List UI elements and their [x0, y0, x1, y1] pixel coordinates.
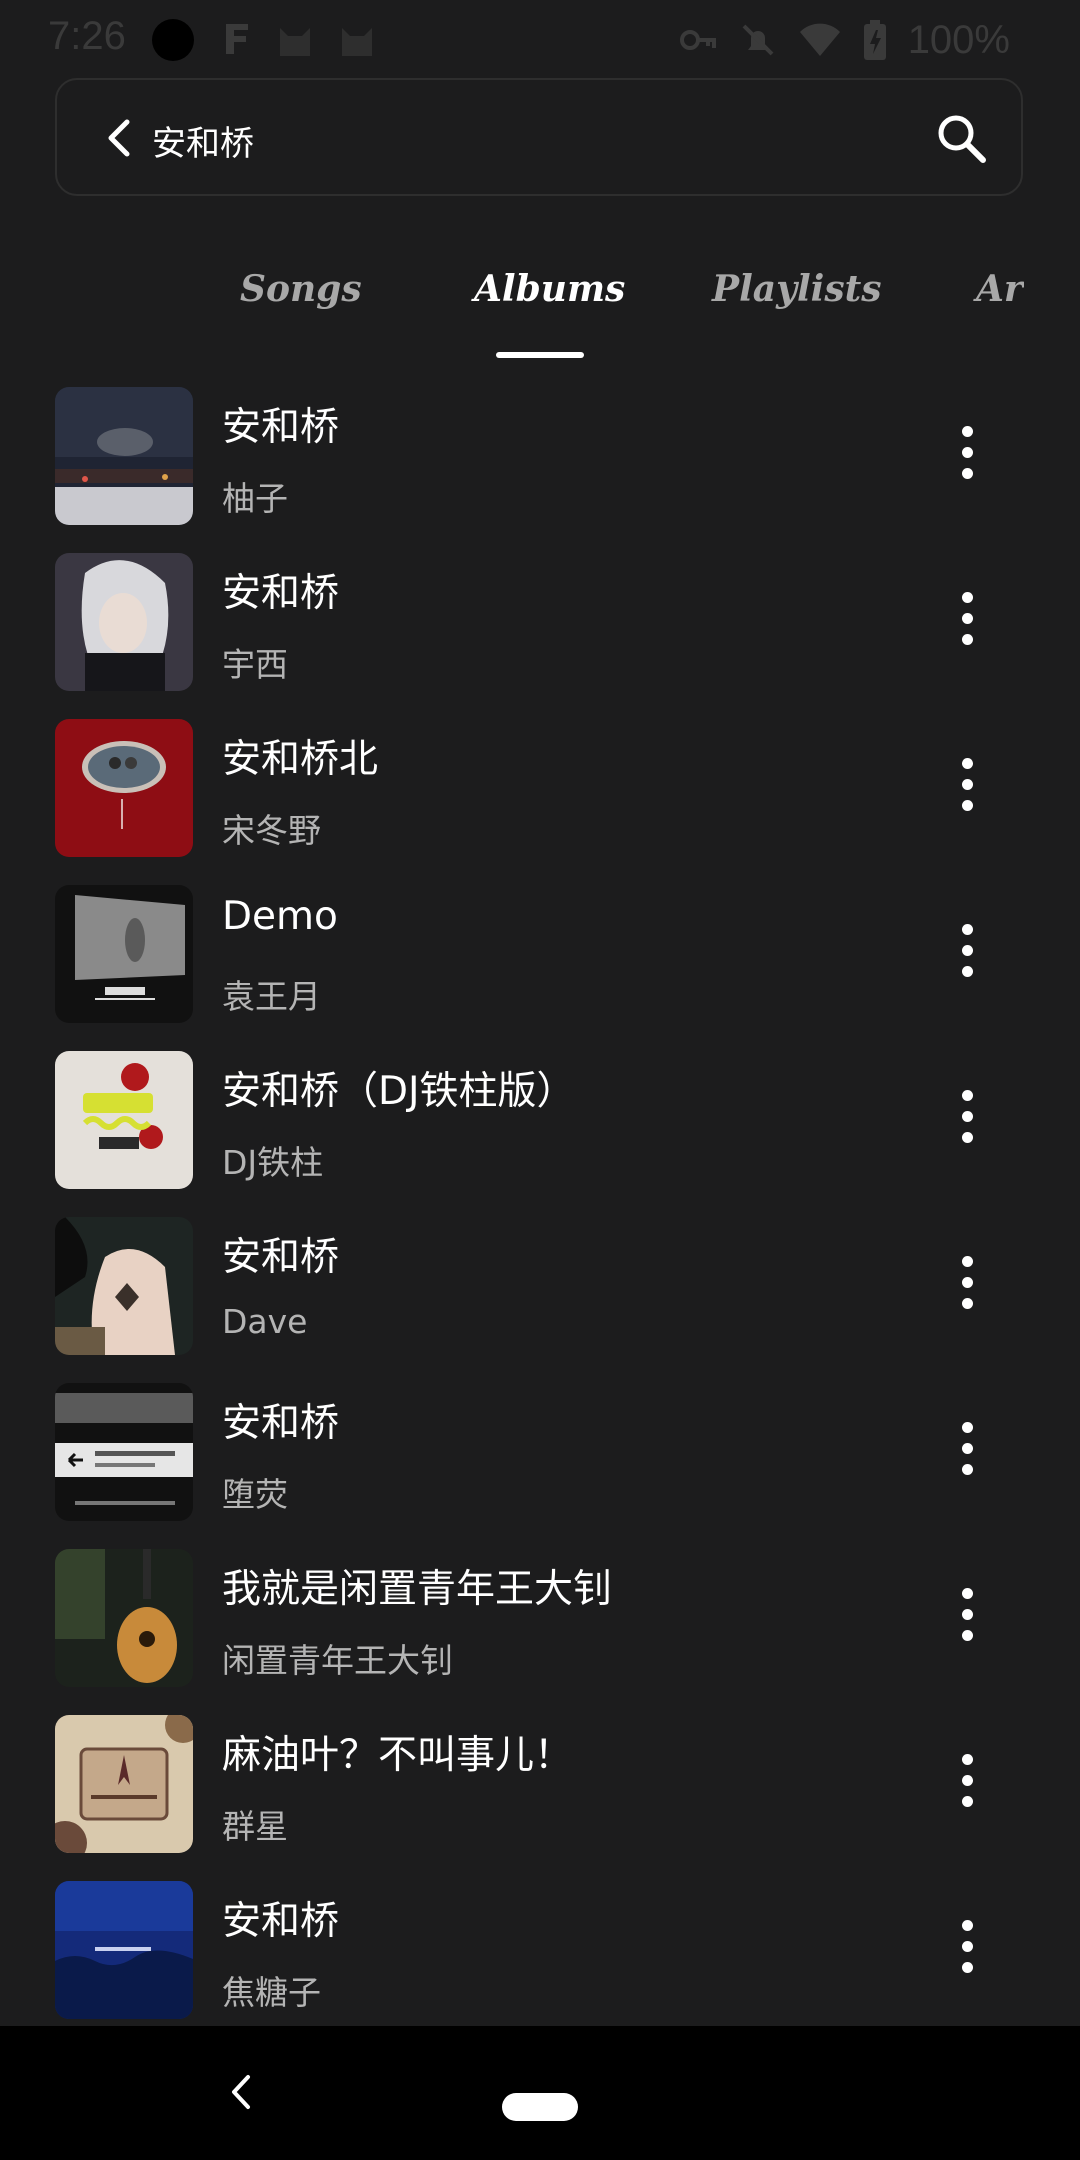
more-options-icon[interactable] [962, 592, 973, 652]
album-artist: 闲置青年王大钊 [222, 1641, 453, 1680]
album-art-red-cover [55, 719, 193, 857]
active-tab-indicator [496, 352, 584, 358]
album-art-guitar [55, 1549, 193, 1687]
more-options-icon[interactable] [962, 1588, 973, 1648]
search-input[interactable]: 安和桥 [152, 116, 254, 165]
album-title: 安和桥 [222, 1235, 340, 1280]
album-art-roses [55, 1051, 193, 1189]
album-art-night-city [55, 387, 193, 525]
list-item[interactable]: 安和桥 柚子 [0, 380, 1080, 546]
list-item[interactable]: 安和桥 焦糖子 [0, 1874, 1080, 2040]
nav-home-pill[interactable] [502, 2093, 578, 2121]
album-title: 安和桥北 [222, 737, 379, 782]
search-icon[interactable] [935, 112, 987, 164]
album-title: 安和桥 [222, 1401, 340, 1446]
album-artist: 宋冬野 [222, 811, 321, 850]
album-artist: DJ铁柱 [222, 1143, 324, 1182]
tabs-scroll: Songs Albums Playlists Artists [0, 240, 1024, 360]
list-item[interactable]: 麻油叶？不叫事儿！ 群星 [0, 1708, 1080, 1874]
album-artist: 群星 [222, 1807, 288, 1846]
mute-bell-icon [742, 24, 774, 56]
back-arrow-icon[interactable] [99, 116, 143, 160]
list-item[interactable]: 安和桥北 宋冬野 [0, 712, 1080, 878]
album-artist: 堕荧 [222, 1475, 288, 1514]
more-options-icon[interactable] [962, 1422, 973, 1482]
album-title: 安和桥 [222, 405, 340, 450]
tab-artists[interactable]: Artists [976, 268, 1024, 310]
cat-app-icon [280, 28, 310, 56]
album-artist: 柚子 [222, 479, 288, 518]
notification-dot-icon [152, 19, 194, 61]
list-item[interactable]: 安和桥 Dave [0, 1210, 1080, 1376]
status-time: 7:26 [48, 14, 126, 58]
more-options-icon[interactable] [962, 924, 973, 984]
more-options-icon[interactable] [962, 758, 973, 818]
list-item[interactable]: 安和桥 堕荧 [0, 1376, 1080, 1542]
music-search-screen: 7:26 100% 安和桥 Songs Albums Playlists Ar … [0, 0, 1080, 2160]
more-options-icon[interactable] [962, 1090, 973, 1150]
album-art-blue-night [55, 1881, 193, 2019]
battery-percent: 100% [907, 17, 1010, 62]
album-title: Demo [222, 894, 338, 939]
album-artist: 袁王月 [222, 977, 321, 1016]
more-options-icon[interactable] [962, 1256, 973, 1316]
album-title: 安和桥（DJ铁柱版） [222, 1069, 576, 1114]
tab-songs[interactable]: Songs [240, 268, 362, 310]
album-title: 我就是闲置青年王大钊 [222, 1567, 613, 1612]
list-item[interactable]: Demo 袁王月 [0, 878, 1080, 1044]
album-art-subway-sign [55, 1383, 193, 1521]
cat-app-icon-2 [342, 28, 372, 56]
status-bar: 7:26 100% [0, 0, 1080, 78]
vpn-key-icon [679, 30, 716, 50]
album-art-demo [55, 885, 193, 1023]
more-options-icon[interactable] [962, 426, 973, 486]
album-art-paisley [55, 1715, 193, 1853]
album-art-anime-girl [55, 553, 193, 691]
album-title: 麻油叶？不叫事儿！ [222, 1733, 574, 1778]
wifi-icon [799, 23, 840, 56]
album-artist: 焦糖子 [222, 1973, 321, 2012]
more-options-icon[interactable] [962, 1920, 973, 1980]
more-options-icon[interactable] [962, 1754, 973, 1814]
status-right-icons: 100% [678, 10, 1010, 70]
album-list: 安和桥 柚子 安和桥 宇西 安和桥北 宋冬野 Demo 袁王月 安和桥（DJ铁柱… [0, 380, 1080, 2040]
album-art-back-butterfly [55, 1217, 193, 1355]
album-artist: Dave [222, 1302, 308, 1341]
list-item[interactable]: 安和桥 宇西 [0, 546, 1080, 712]
album-title: 安和桥 [222, 1899, 340, 1944]
search-tabs: Songs Albums Playlists Artists [0, 240, 1080, 360]
nav-back-icon[interactable] [222, 2071, 264, 2113]
tab-playlists[interactable]: Playlists [712, 268, 882, 310]
tab-albums[interactable]: Albums [474, 268, 625, 310]
battery-icon [863, 20, 886, 60]
search-bar[interactable]: 安和桥 [55, 78, 1023, 196]
system-nav-bar [0, 2026, 1080, 2160]
notification-app-icon [226, 24, 248, 54]
album-title: 安和桥 [222, 571, 340, 616]
list-item[interactable]: 我就是闲置青年王大钊 闲置青年王大钊 [0, 1542, 1080, 1708]
list-item[interactable]: 安和桥（DJ铁柱版） DJ铁柱 [0, 1044, 1080, 1210]
album-artist: 宇西 [222, 645, 288, 684]
